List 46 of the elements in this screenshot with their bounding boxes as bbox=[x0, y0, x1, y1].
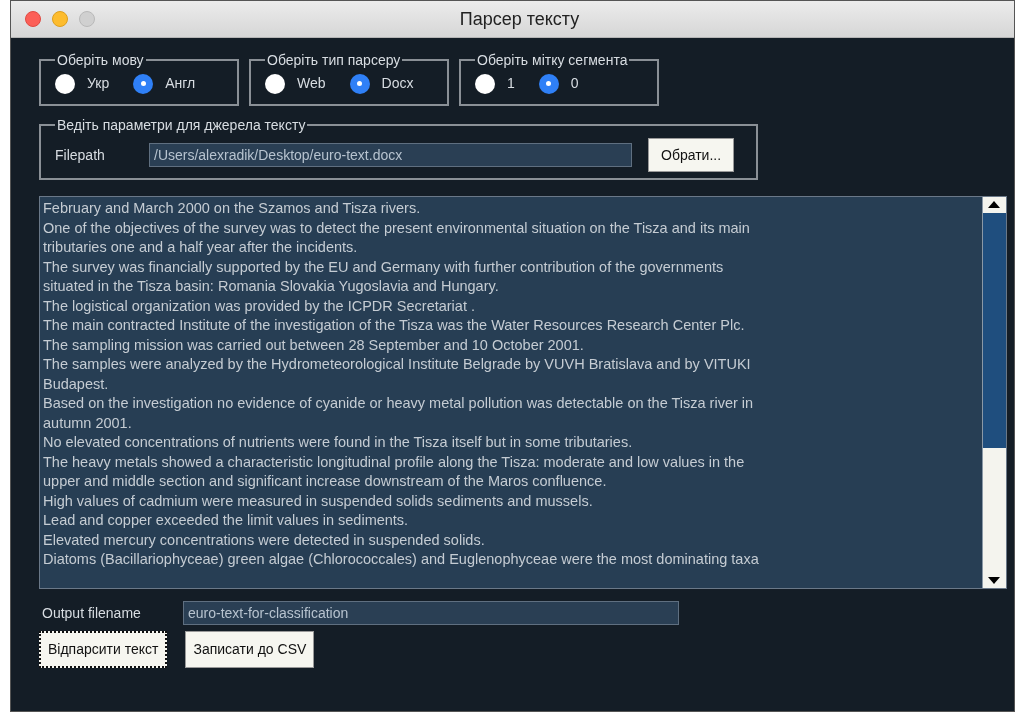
text-line: Budapest. bbox=[43, 374, 110, 394]
radio-button[interactable] bbox=[538, 73, 559, 94]
text-line: February and March 2000 on the Szamos and Tisza rivers. bbox=[43, 199, 422, 218]
radio-option[interactable]: 1 bbox=[475, 73, 515, 94]
action-button[interactable]: Відпарсити текст bbox=[39, 631, 168, 668]
text-line: No elevated concentrations of nutrients were found in the Tisza itself but in some tributaries. bbox=[43, 433, 634, 452]
group-legend: Оберіть тип парсеру bbox=[265, 53, 403, 67]
close-button[interactable] bbox=[25, 11, 41, 27]
radio-button[interactable] bbox=[55, 73, 75, 94]
output-filename-field[interactable]: euro-text-for-classification bbox=[183, 601, 679, 625]
text-line: tributaries one and a half year after the incidents. bbox=[43, 238, 359, 257]
radio-option[interactable]: Англ bbox=[133, 73, 196, 94]
group-legend: Ведіть параметри для джерела тексту bbox=[55, 118, 308, 132]
text-line: The samples were analyzed by the Hydrometeorological Institute Belgrade by VUVH Bratislava and by VITUKI bbox=[43, 355, 752, 374]
radio-button[interactable] bbox=[265, 73, 285, 94]
group-legend: Оберіть мітку сегмента bbox=[475, 53, 630, 67]
text-line: High values of cadmium were measured in suspended solids sediments and mussels. bbox=[43, 491, 594, 511]
text-line: The main contracted Institute of the investigation of the Tisza was the Water Resources Research Center Plc. bbox=[43, 316, 746, 335]
scrollbar[interactable] bbox=[982, 197, 1006, 588]
text-line: The heavy metals showed a characteristic longitudinal profile along the Tisza: moderate and low values in the bbox=[43, 452, 746, 472]
text-line: situated in the Tisza basin: Romania Slovakia Yugoslavia and Hungary. bbox=[43, 277, 500, 296]
text-line: Based on the investigation no evidence of cyanide or heavy metal pollution was detectable on the Tisza river in bbox=[43, 394, 755, 413]
radio-button[interactable] bbox=[475, 73, 495, 94]
field-label: Filepath bbox=[55, 145, 106, 165]
action-button[interactable]: Записати до CSV bbox=[185, 631, 315, 668]
scroll-thumb[interactable] bbox=[983, 213, 1006, 448]
group-legend: Оберіть мову bbox=[55, 53, 146, 67]
browse-button[interactable]: Обрати... bbox=[648, 138, 735, 172]
text-line: One of the objectives of the survey was to detect the present environmental situation on the Tisza and its main bbox=[43, 218, 751, 238]
filepath-field[interactable]: /Users/alexradik/Desktop/euro-text.docx bbox=[149, 143, 632, 167]
radio-button[interactable] bbox=[133, 73, 154, 94]
window-title: Парсер тексту bbox=[459, 7, 580, 31]
text-line: autumn 2001. bbox=[43, 413, 133, 433]
radio-option[interactable]: Docx bbox=[349, 73, 414, 94]
text-line: The survey was financially supported by the EU and Germany with further contribution of the governments bbox=[43, 257, 725, 277]
text-line: upper and middle section and significant increase downstream of the Maros confluence. bbox=[43, 472, 608, 491]
text-line: The logistical organization was provided by the ICPDR Secretariat . bbox=[43, 296, 476, 316]
field-label: Output filename bbox=[41, 603, 142, 623]
text-line: Diatoms (Bacillariophyceae) green algae (Chlorococcales) and Euglenophyceae were the most dominating taxa bbox=[43, 550, 760, 569]
text-line: The sampling mission was carried out between 28 September and 10 October 2001. bbox=[43, 335, 585, 355]
text-line: Lead and copper exceeded the limit values in sediments. bbox=[43, 511, 410, 530]
radio-option[interactable]: 0 bbox=[538, 73, 579, 94]
radio-option[interactable]: Web bbox=[265, 73, 326, 94]
radio-option[interactable]: Укр bbox=[55, 73, 110, 94]
text-line: Elevated mercury concentrations were detected in suspended solids. bbox=[43, 530, 486, 550]
radio-button[interactable] bbox=[349, 73, 370, 94]
